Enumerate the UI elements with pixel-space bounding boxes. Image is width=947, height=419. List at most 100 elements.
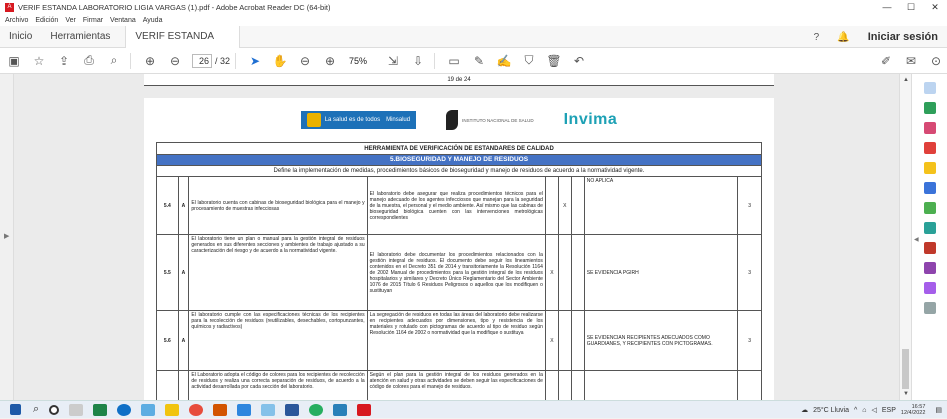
edit-pdf-icon[interactable] (923, 142, 936, 154)
minimize-button[interactable]: — (875, 0, 899, 14)
page-indicator: 26 / 32 (192, 53, 230, 68)
store-icon[interactable] (333, 403, 348, 416)
mail-icon[interactable]: ✉ (900, 50, 922, 72)
next-page-icon[interactable]: ⊖ (164, 50, 186, 72)
toolbar: ▣ ☆ ⇪ ⎙ ⌕ ⊕ ⊖ 26 / 32 ➤ ✋ ⊖ ⊕ 75% ⇲ ⇩ ▭ … (0, 48, 947, 74)
app-icon[interactable] (141, 403, 156, 416)
acrobat-taskbar-icon[interactable] (357, 403, 372, 416)
network-icon[interactable]: ⌂ (862, 407, 866, 414)
page-header-text: 19 de 24 (144, 74, 774, 86)
table-row: 5.6 A El laboratorio cumple con las espe… (156, 310, 762, 371)
sign-icon[interactable]: ✍ (493, 50, 515, 72)
ins-logo: INSTITUTO NACIONAL DE SALUD (446, 110, 534, 130)
start-icon[interactable] (10, 404, 21, 415)
opera-icon[interactable] (189, 403, 204, 416)
menu-ventana[interactable]: Ventana (110, 17, 136, 24)
word-icon[interactable] (285, 403, 300, 416)
scrollbar-thumb[interactable] (902, 349, 909, 389)
export-pdf-icon[interactable] (923, 102, 936, 114)
bell-icon[interactable]: 🔔 (837, 32, 849, 43)
comment-tool-icon[interactable] (923, 162, 936, 174)
hand-tool-icon[interactable]: ✋ (269, 50, 291, 72)
table-row: El Laboratorio adopta el código de color… (156, 370, 762, 400)
comment-icon[interactable]: ▭ (443, 50, 465, 72)
pen-icon[interactable]: ✎ (468, 50, 490, 72)
close-button[interactable]: ✕ (923, 0, 947, 14)
protect-icon[interactable] (923, 262, 936, 274)
compress-icon[interactable] (923, 222, 936, 234)
left-panel-rail: ▶ (0, 74, 14, 400)
volume-icon[interactable]: ◁ (872, 406, 877, 414)
language-indicator[interactable]: ESP (882, 407, 896, 414)
print-icon[interactable]: ⎙ (78, 50, 100, 72)
zoom-out-icon[interactable]: ⊖ (294, 50, 316, 72)
file-explorer-icon[interactable] (165, 403, 180, 416)
scroll-mode-icon[interactable]: ⇩ (407, 50, 429, 72)
fit-page-icon[interactable]: ⇲ (382, 50, 404, 72)
fill-sign-icon[interactable] (923, 282, 936, 294)
table-row: 5.5 A El laboratorio tiene un plan o man… (156, 234, 762, 311)
task-view-icon[interactable] (69, 403, 84, 416)
organize-pages-icon[interactable] (923, 202, 936, 214)
save-icon[interactable]: ▣ (3, 50, 25, 72)
weather-text[interactable]: 25°C Lluvia (813, 407, 849, 414)
table-row: 5.4 A El laboratorio cuenta con cabinas … (156, 176, 762, 235)
zoom-tool-icon[interactable] (923, 82, 936, 94)
system-tray: ☁ 25°C Lluvia ^ ⌂ ◁ ESP 16:57 12/4/2022 … (801, 401, 947, 419)
cortana-icon[interactable] (49, 404, 60, 415)
menu-edicion[interactable]: Edición (35, 17, 58, 24)
prev-page-icon[interactable]: ⊕ (139, 50, 161, 72)
share-icon[interactable]: ⇪ (53, 50, 75, 72)
menu-bar: Archivo Edición Ver Firmar Ventana Ayuda (0, 14, 947, 26)
acrobat-icon: A (5, 2, 14, 12)
maximize-button[interactable]: ☐ (899, 0, 923, 14)
verification-table: HERRAMIENTA DE VERIFICACIÓN DE ESTANDARE… (156, 142, 762, 400)
zoom-in-icon[interactable]: ⊕ (319, 50, 341, 72)
notifications-icon[interactable]: ▤ (935, 406, 942, 414)
delete-icon[interactable]: 🗑 (543, 50, 565, 72)
minsalud-logo: La salud es de todos Minsalud (300, 111, 417, 129)
tab-herramientas[interactable]: Herramientas (41, 26, 119, 48)
menu-ayuda[interactable]: Ayuda (143, 17, 163, 24)
combine-files-icon[interactable] (923, 182, 936, 194)
menu-archivo[interactable]: Archivo (5, 17, 28, 24)
office-icon[interactable] (213, 403, 228, 416)
clock[interactable]: 16:57 12/4/2022 (901, 404, 925, 416)
zoom-level[interactable]: 75% (349, 56, 379, 66)
right-tools-panel: ◀ (911, 74, 947, 400)
photos-icon[interactable] (261, 403, 276, 416)
select-cursor-icon[interactable]: ➤ (244, 50, 266, 72)
menu-ver[interactable]: Ver (65, 17, 76, 24)
tab-document[interactable]: VERIF ESTANDA LA... × (125, 25, 241, 65)
create-pdf-icon[interactable] (923, 122, 936, 134)
page-number-input[interactable]: 26 (192, 53, 212, 68)
scroll-down-icon[interactable]: ▼ (903, 391, 909, 397)
more-icon[interactable]: ⊙ (925, 50, 947, 72)
login-button[interactable]: Iniciar sesión (868, 31, 938, 43)
help-icon[interactable]: ? (814, 32, 820, 43)
tray-chevron-icon[interactable]: ^ (854, 407, 857, 414)
vertical-scrollbar[interactable]: ▲ ▼ (899, 74, 911, 400)
more-tools-icon[interactable] (923, 302, 936, 314)
excel-icon[interactable] (93, 403, 108, 416)
menu-firmar[interactable]: Firmar (83, 17, 103, 24)
tab-inicio[interactable]: Inicio (0, 26, 41, 48)
chrome-icon[interactable] (309, 403, 324, 416)
edit-pen-icon[interactable]: ✐ (875, 50, 897, 72)
stamp-icon[interactable]: ⛉ (518, 50, 540, 72)
collapse-right-panel-icon[interactable]: ◀ (914, 236, 919, 243)
section-description: Define la implementación de medidas, pro… (156, 165, 762, 177)
scroll-up-icon[interactable]: ▲ (903, 77, 909, 83)
taskbar-search-icon[interactable]: ⌕ (33, 403, 39, 416)
redact-icon[interactable] (923, 242, 936, 254)
expand-left-panel-icon[interactable]: ▶ (4, 232, 9, 240)
undo-icon[interactable]: ↶ (568, 50, 590, 72)
coat-of-arms-icon (306, 113, 321, 127)
document-canvas[interactable]: 19 de 24 La salud es de todos Minsalud I… (14, 74, 899, 400)
search-icon[interactable]: ⌕ (103, 50, 125, 72)
edge-icon[interactable] (117, 403, 132, 416)
weather-icon[interactable]: ☁ (801, 406, 808, 414)
bookmark-star-icon[interactable]: ☆ (28, 50, 50, 72)
window-title: VERIF ESTANDA LABORATORIO LIGIA VARGAS (… (18, 2, 331, 12)
mail-app-icon[interactable] (237, 403, 252, 416)
